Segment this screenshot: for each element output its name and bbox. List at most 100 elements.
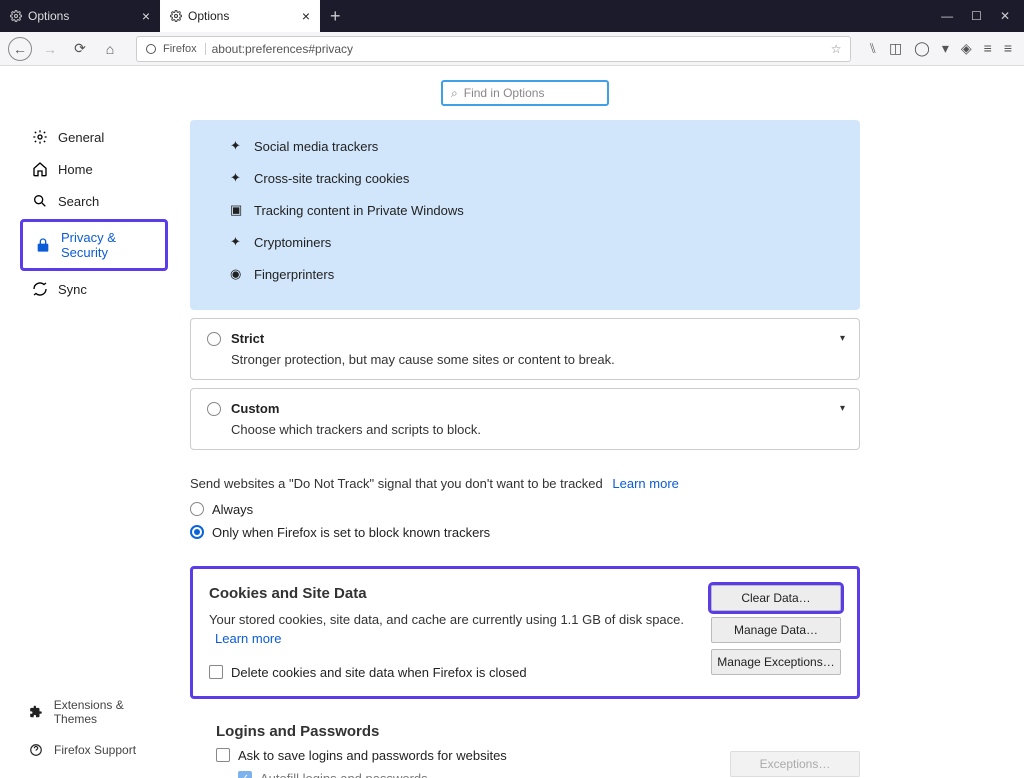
- back-button[interactable]: ←: [8, 37, 32, 61]
- sidebar-item-label: Search: [58, 194, 99, 209]
- sidebar-footer: Extensions & Themes Firefox Support: [0, 690, 180, 766]
- bookmark-star-icon[interactable]: ☆: [831, 42, 842, 56]
- exceptions-button[interactable]: Exceptions…: [730, 751, 860, 777]
- home-button[interactable]: ⌂: [98, 37, 122, 61]
- manage-data-button[interactable]: Manage Data…: [711, 617, 841, 643]
- tab-options-1[interactable]: Options ×: [160, 0, 320, 32]
- checkbox-ask-save[interactable]: [216, 748, 230, 762]
- shield-icon[interactable]: ◈: [961, 40, 972, 57]
- radio-onlywhen[interactable]: [190, 525, 204, 539]
- tab-options-0[interactable]: Options ×: [0, 0, 160, 32]
- sidebar-highlight: Privacy & Security: [20, 219, 168, 271]
- tracker-item-social: ✦ Social media trackers: [230, 130, 850, 162]
- tracker-label: Cross-site tracking cookies: [254, 171, 409, 186]
- minimize-icon[interactable]: —: [941, 9, 953, 23]
- sidebar-item-support[interactable]: Firefox Support: [0, 734, 180, 766]
- cookies-learn-more-link[interactable]: Learn more: [215, 631, 281, 646]
- close-window-icon[interactable]: ✕: [1000, 9, 1010, 23]
- url-bar[interactable]: Firefox about:preferences#privacy ☆: [136, 36, 851, 62]
- url-text: about:preferences#privacy: [212, 42, 825, 56]
- main: General Home Search Privacy & Security S…: [0, 66, 1024, 778]
- home-icon: [32, 161, 48, 177]
- close-tab-icon[interactable]: ×: [142, 8, 150, 24]
- radio-label: Only when Firefox is set to block known …: [212, 525, 490, 540]
- option-desc: Choose which trackers and scripts to blo…: [231, 422, 843, 437]
- find-in-options-input[interactable]: ⌕ Find in Options: [441, 80, 609, 106]
- gear-icon: [32, 129, 48, 145]
- checkbox-delete-cookies[interactable]: [209, 665, 223, 679]
- radio-label: Always: [212, 502, 253, 517]
- tracker-item-crypto: ✦ Cryptominers: [230, 226, 850, 258]
- lock-icon: [35, 237, 51, 253]
- dnt-always[interactable]: Always: [190, 502, 860, 517]
- gear-icon: [170, 10, 182, 22]
- new-tab-button[interactable]: +: [320, 6, 351, 27]
- dnt-learn-more-link[interactable]: Learn more: [612, 476, 678, 491]
- sidebar-item-search[interactable]: Search: [0, 185, 180, 217]
- sync-icon: [32, 281, 48, 297]
- window-controls: — ☐ ✕: [941, 9, 1024, 23]
- library-icon[interactable]: ⑊: [869, 40, 877, 57]
- sidebar: General Home Search Privacy & Security S…: [0, 66, 180, 778]
- pocket-icon[interactable]: ▾: [942, 40, 949, 57]
- dnt-text: Send websites a "Do Not Track" signal th…: [190, 476, 603, 491]
- autofill-row[interactable]: ✓ Autofill logins and passwords: [238, 771, 710, 778]
- checkbox-label: Autofill logins and passwords: [260, 771, 428, 778]
- tab-label: Options: [28, 9, 69, 23]
- sidebar-item-general[interactable]: General: [0, 121, 180, 153]
- tracker-label: Social media trackers: [254, 139, 378, 154]
- sidebar-item-label: General: [58, 130, 104, 145]
- logins-heading: Logins and Passwords: [216, 723, 710, 740]
- tracker-label: Tracking content in Private Windows: [254, 203, 464, 218]
- cookies-body: Your stored cookies, site data, and cach…: [209, 612, 684, 627]
- option-desc: Stronger protection, but may cause some …: [231, 352, 843, 367]
- manage-exceptions-button[interactable]: Manage Exceptions…: [711, 649, 841, 675]
- content-icon: ▣: [230, 202, 244, 218]
- social-icon: ✦: [230, 138, 244, 154]
- strict-option[interactable]: Strict ▾ Stronger protection, but may ca…: [190, 318, 860, 380]
- cookie-icon: ✦: [230, 170, 244, 186]
- custom-option[interactable]: Custom ▾ Choose which trackers and scrip…: [190, 388, 860, 450]
- identity-label: Firefox: [163, 43, 206, 55]
- reload-button[interactable]: ⟳: [68, 37, 92, 61]
- cookies-heading: Cookies and Site Data: [209, 585, 691, 602]
- tracker-item-fingerprint: ◉Fingerprinters: [230, 258, 850, 290]
- sidebar-item-label: Sync: [58, 282, 87, 297]
- close-tab-icon[interactable]: ×: [302, 8, 310, 24]
- clear-data-button[interactable]: Clear Data…: [711, 585, 841, 611]
- sidebar-item-sync[interactable]: Sync: [0, 273, 180, 305]
- chevron-down-icon[interactable]: ▾: [840, 403, 845, 414]
- fingerprint-icon: ◉: [230, 266, 244, 282]
- tab-label: Options: [188, 9, 229, 23]
- checkbox-autofill[interactable]: ✓: [238, 771, 252, 778]
- sidebar-item-home[interactable]: Home: [0, 153, 180, 185]
- download-icon[interactable]: ≡: [984, 40, 992, 57]
- ask-save-logins-row[interactable]: Ask to save logins and passwords for web…: [216, 748, 710, 763]
- sidebar-item-privacy[interactable]: Privacy & Security: [23, 222, 165, 268]
- toolbar-right: ⑊ ◫ ◯ ▾ ◈ ≡ ≡: [865, 40, 1016, 57]
- crypto-icon: ✦: [230, 234, 244, 250]
- titlebar: Options × Options × + — ☐ ✕: [0, 0, 1024, 32]
- account-icon[interactable]: ◯: [914, 40, 930, 57]
- cookies-section: Cookies and Site Data Your stored cookie…: [190, 566, 860, 699]
- search-icon: ⌕: [451, 86, 458, 101]
- tracker-label: Cryptominers: [254, 235, 331, 250]
- radio-custom[interactable]: [207, 402, 221, 416]
- checkbox-label: Ask to save logins and passwords for web…: [238, 748, 507, 763]
- question-icon: [28, 742, 44, 758]
- sidebar-item-label: Home: [58, 162, 93, 177]
- dnt-onlywhen[interactable]: Only when Firefox is set to block known …: [190, 525, 860, 540]
- radio-strict[interactable]: [207, 332, 221, 346]
- maximize-icon[interactable]: ☐: [971, 9, 982, 23]
- option-title: Custom: [231, 401, 279, 416]
- sidebar-item-label: Firefox Support: [54, 743, 136, 757]
- menu-icon[interactable]: ≡: [1004, 40, 1012, 57]
- dnt-section: Send websites a "Do Not Track" signal th…: [190, 474, 860, 540]
- sidebar-icon[interactable]: ◫: [889, 40, 902, 57]
- radio-always[interactable]: [190, 502, 204, 516]
- forward-button[interactable]: →: [38, 37, 62, 61]
- delete-cookies-checkbox-row[interactable]: Delete cookies and site data when Firefo…: [209, 665, 691, 680]
- sidebar-item-extensions[interactable]: Extensions & Themes: [0, 690, 180, 734]
- puzzle-icon: [28, 704, 44, 720]
- chevron-down-icon[interactable]: ▾: [840, 333, 845, 344]
